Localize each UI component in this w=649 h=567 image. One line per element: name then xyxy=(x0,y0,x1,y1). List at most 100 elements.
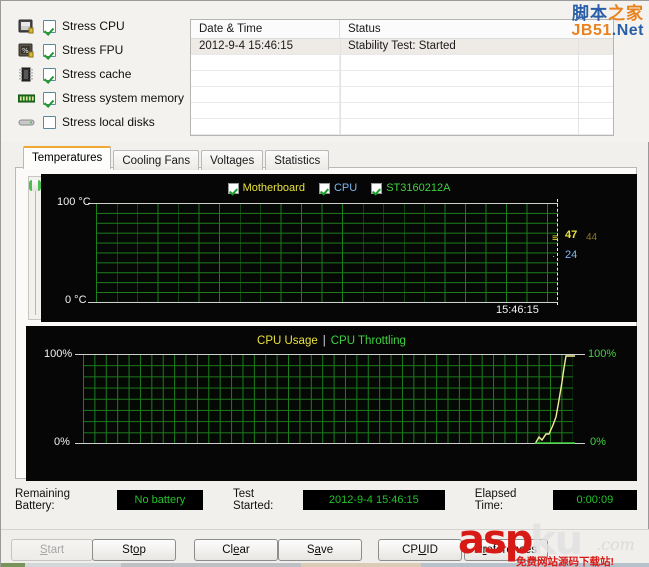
checkbox-stress-cache[interactable] xyxy=(43,67,56,81)
button-bar: Start Stop Clear Save CPUID Preferences xyxy=(1,529,649,567)
checkbox-stress-memory[interactable] xyxy=(43,91,56,105)
battery-value: No battery xyxy=(116,490,204,510)
cell-date xyxy=(191,119,340,134)
temperature-y-min-label: 0 °C xyxy=(65,294,87,306)
save-button[interactable]: Save xyxy=(278,539,362,561)
stress-option-row-memory[interactable]: Stress system memory xyxy=(17,86,187,110)
stop-button[interactable]: Stop xyxy=(92,539,176,561)
legend-label: Motherboard xyxy=(242,182,305,194)
cpu-throttling-line xyxy=(535,442,575,444)
table-row[interactable] xyxy=(191,55,613,71)
temperature-y-max-label: 100 °C xyxy=(57,196,91,208)
legend-item-cpu[interactable]: CPU xyxy=(318,182,358,194)
stability-test-window: Stress CPU % Stress FPU Stress cache Str… xyxy=(0,0,649,567)
chart-scale-slider[interactable] xyxy=(28,176,42,320)
cpu-chip-icon xyxy=(17,18,35,34)
save-button-label: ve xyxy=(320,544,334,556)
hard-disk-icon xyxy=(17,114,35,130)
table-body: 2012-9-4 15:46:15 Stability Test: Starte… xyxy=(191,39,613,135)
stress-option-label: Stress CPU xyxy=(62,19,125,33)
temperature-top-axis xyxy=(88,203,558,204)
event-log-table[interactable]: Date & Time Status 2012-9-4 15:46:15 Sta… xyxy=(190,19,614,136)
cpuid-button[interactable]: CPUID xyxy=(378,539,462,561)
legend-item-motherboard[interactable]: Motherboard xyxy=(227,182,305,194)
cell-status xyxy=(340,55,613,70)
cpu-y-min-label-right: 0% xyxy=(590,436,606,448)
temperature-cursor-line xyxy=(557,199,558,305)
top-panel: Stress CPU % Stress FPU Stress cache Str… xyxy=(1,1,649,142)
tab-voltages[interactable]: Voltages xyxy=(201,150,264,170)
temperature-chart: Motherboard CPU ST3160212A 100 °C 0 °C ≡… xyxy=(41,174,637,322)
cell-status: Stability Test: Started xyxy=(348,40,456,52)
elapsed-time-value: 0:00:09 xyxy=(552,490,638,510)
start-button-mnemonic: S xyxy=(39,544,48,556)
title-separator: | xyxy=(322,335,326,347)
cpu-throttling-title[interactable]: CPU Throttling xyxy=(331,335,406,347)
stop-button-label: p xyxy=(139,544,146,556)
tab-statistics[interactable]: Statistics xyxy=(265,150,330,170)
cell-status xyxy=(340,71,613,86)
fpu-percent-icon: % xyxy=(17,42,35,58)
column-divider-right xyxy=(578,39,579,135)
hdd-current-value: 44 xyxy=(586,232,598,243)
table-header-row: Date & Time Status xyxy=(191,20,613,39)
battery-label: Remaining Battery: xyxy=(15,488,70,512)
temperature-x-axis xyxy=(88,302,558,303)
preferences-button[interactable]: Preferences xyxy=(464,539,548,561)
test-started-value: 2012-9-4 15:46:15 xyxy=(302,490,445,510)
cpuid-button-label: ID xyxy=(426,544,438,556)
cpu-usage-title[interactable]: CPU Usage xyxy=(257,335,318,347)
stress-option-row-cache[interactable]: Stress cache xyxy=(17,62,187,86)
cpu-usage-chart: CPU Usage | CPU Throttling 100% 0% 100% 0% xyxy=(26,326,637,481)
legend-checkbox-cpu[interactable] xyxy=(318,182,330,194)
temperature-time-label: 15:46:15 xyxy=(496,304,539,316)
checkbox-stress-cpu[interactable] xyxy=(43,19,56,33)
start-button-label: tart xyxy=(47,544,65,556)
preferences-button-label: eferences xyxy=(486,544,538,556)
svg-text:%: % xyxy=(22,47,29,55)
start-button[interactable]: Start xyxy=(11,539,93,561)
checkbox-stress-fpu[interactable] xyxy=(43,43,56,57)
cell-date xyxy=(191,87,340,102)
desktop-strip xyxy=(1,563,649,567)
column-header-status[interactable]: Status xyxy=(340,20,613,38)
status-bar: Remaining Battery: No battery Test Start… xyxy=(15,486,638,514)
legend-label: ST3160212A xyxy=(386,182,451,194)
table-row[interactable] xyxy=(191,119,613,135)
legend-checkbox-hdd[interactable] xyxy=(371,182,383,194)
tab-temperatures[interactable]: Temperatures xyxy=(23,146,112,169)
slider-track xyxy=(35,185,36,315)
table-row[interactable] xyxy=(191,71,613,87)
chart-tabs: Temperatures Cooling Fans Voltages Stati… xyxy=(23,146,331,170)
table-row[interactable] xyxy=(191,87,613,103)
stress-option-label: Stress cache xyxy=(62,67,132,81)
stress-option-row-fpu[interactable]: % Stress FPU xyxy=(17,38,187,62)
stress-option-label: Stress local disks xyxy=(62,115,155,129)
cell-status xyxy=(340,119,613,134)
column-divider xyxy=(340,39,341,135)
cell-date xyxy=(191,103,340,118)
cell-status xyxy=(340,103,613,118)
legend-label: CPU xyxy=(333,182,358,194)
test-started-label: Test Started: xyxy=(233,488,274,512)
stress-option-row-cpu[interactable]: Stress CPU xyxy=(17,14,187,38)
slider-handle[interactable] xyxy=(29,180,41,191)
tab-cooling-fans[interactable]: Cooling Fans xyxy=(113,150,200,170)
stress-option-row-disks[interactable]: Stress local disks xyxy=(17,110,187,134)
cell-date xyxy=(191,71,340,86)
table-row[interactable] xyxy=(191,103,613,119)
cell-status xyxy=(340,87,613,102)
cpu-y-min-label-left: 0% xyxy=(54,436,70,448)
cpu-chart-title: CPU Usage | CPU Throttling xyxy=(26,335,637,347)
clear-button[interactable]: Clear xyxy=(194,539,278,561)
legend-checkbox-motherboard[interactable] xyxy=(227,182,239,194)
checkbox-stress-disks[interactable] xyxy=(43,115,56,129)
motherboard-tick-marker: ≡ xyxy=(552,233,558,244)
column-header-date[interactable]: Date & Time xyxy=(191,20,340,38)
legend-item-hdd[interactable]: ST3160212A xyxy=(371,182,450,194)
cpu-y-max-label-right: 100% xyxy=(588,348,617,360)
cell-date: 2012-9-4 15:46:15 xyxy=(191,39,340,54)
table-row[interactable]: 2012-9-4 15:46:15 Stability Test: Starte… xyxy=(191,39,613,55)
stress-option-label: Stress FPU xyxy=(62,43,124,57)
temperature-plot-area xyxy=(96,203,558,302)
